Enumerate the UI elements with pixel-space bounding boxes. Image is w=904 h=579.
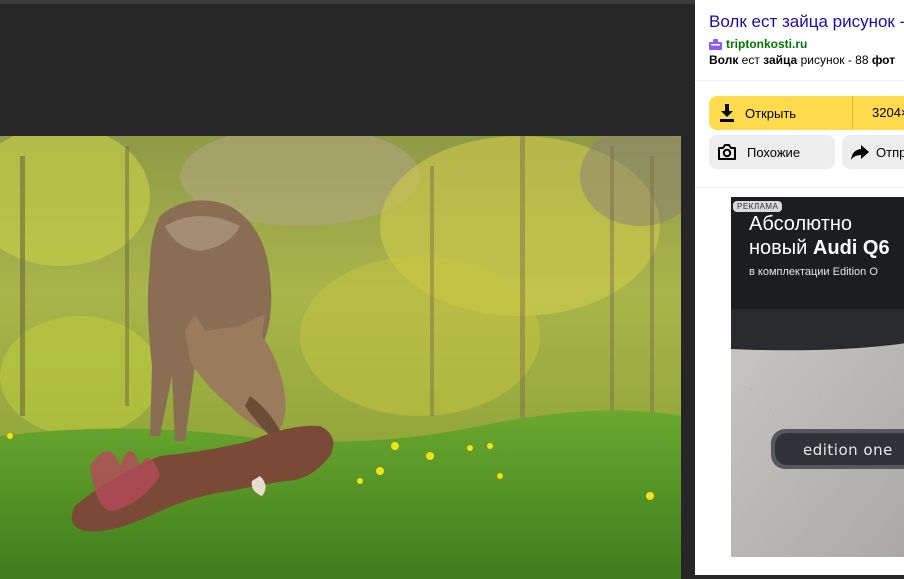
image-viewer[interactable] [0,4,695,579]
share-button[interactable]: Отпр [842,135,904,169]
source-domain-link[interactable]: triptonkosti.ru [726,37,807,51]
ad-plate-text: edition one [803,441,893,459]
ad-car-interior-image [731,309,904,557]
image-info-panel: Волк ест зайца рисунок - 88 triptonkosti… [695,0,904,575]
source-favicon-icon [709,38,722,50]
open-button-label: Открыть [745,105,797,121]
similar-button-label: Похожие [747,144,801,160]
desc-text: рисунок - 88 [797,53,872,67]
desc-bold-word: зайца [763,53,798,67]
button-separator [852,96,853,130]
desc-bold-word: фот [871,53,896,67]
main-photo[interactable] [0,136,681,579]
image-title-link[interactable]: Волк ест зайца рисунок - 88 [709,12,904,32]
ad-subline: в комплектации Edition O [749,266,878,278]
open-image-button[interactable]: Открыть 3204× [709,96,904,130]
ad-badge: РЕКЛАМА [733,201,783,212]
share-arrow-icon [851,145,869,160]
similar-images-button[interactable]: Похожие [709,135,835,169]
download-icon [720,104,734,122]
resolution-dropdown[interactable]: 3204× [872,105,904,120]
ad-headline-2: новый Audi Q6 [749,237,890,260]
ad-headline-plain: новый [749,237,813,259]
wolf-photo-image [0,136,681,579]
image-description: Волк ест зайца рисунок - 88 фот [709,53,895,67]
advertisement-banner[interactable]: РЕКЛАМА Абсолютно новый Audi Q6 в компле… [731,197,904,557]
camera-lens-icon [718,144,736,160]
divider [695,80,904,81]
desc-bold-word: Волк [709,53,739,67]
source-row[interactable]: triptonkosti.ru [709,37,807,51]
ad-headline: Абсолютно [749,213,853,235]
desc-text: ест [738,53,764,67]
share-button-label: Отпр [876,144,904,160]
ad-headline-bold: Audi Q6 [812,237,890,259]
divider [695,187,904,188]
